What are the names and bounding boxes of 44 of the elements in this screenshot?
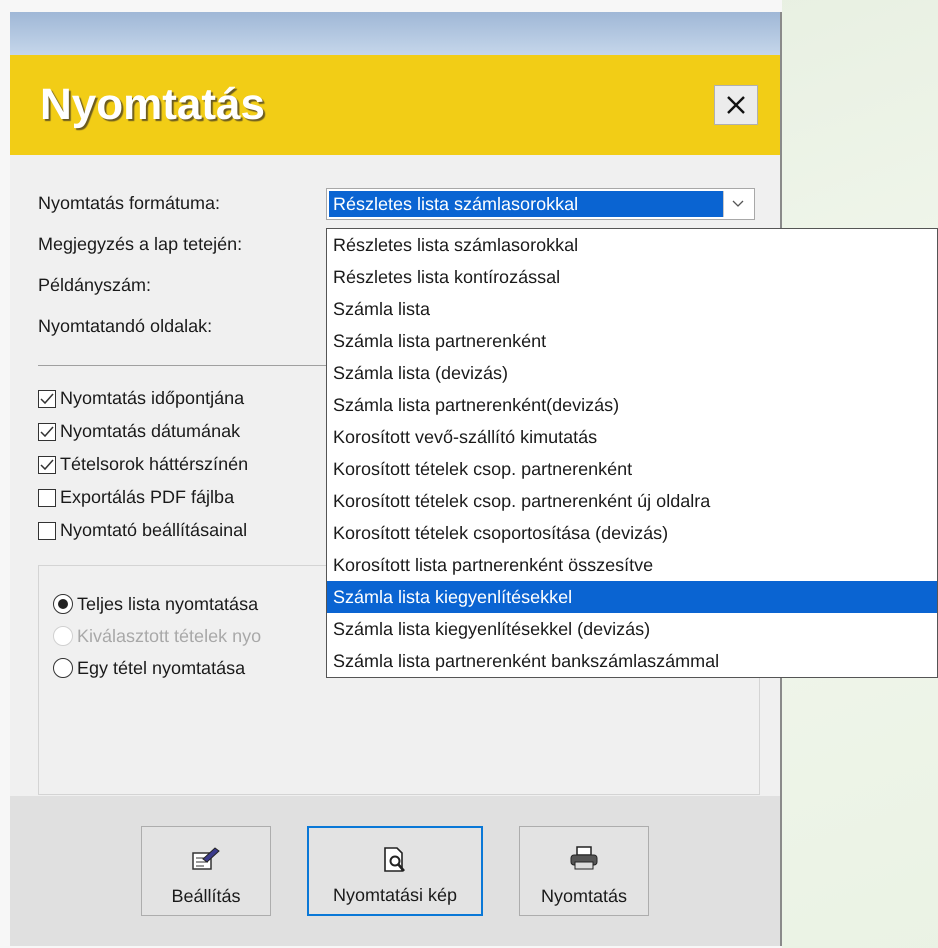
settings-icon (191, 845, 221, 871)
dropdown-option[interactable]: Korosított tételek csop. partnerenként (327, 453, 937, 485)
dialog-title: Nyomtatás (40, 80, 265, 130)
checkbox-label: Nyomtató beállításainal (60, 520, 248, 541)
field-label: Nyomtatandó oldalak: (38, 316, 214, 337)
toolbar-button[interactable]: Nyomtatási kép (307, 826, 483, 916)
toolbar-button[interactable]: Nyomtatás (519, 826, 649, 916)
checkbox[interactable] (38, 522, 56, 540)
dropdown-value: Részletes lista számlasorokkal (329, 190, 723, 216)
dropdown-option[interactable]: Számla lista partnerenként(devizás) (327, 389, 937, 421)
format-dropdown[interactable]: Részletes lista számlasorokkal (326, 188, 755, 220)
checkbox[interactable] (38, 422, 56, 440)
dropdown-option[interactable]: Számla lista partnerenként (327, 325, 937, 357)
field-label: Megjegyzés a lap tetején: (38, 234, 244, 255)
dropdown-option[interactable]: Korosított tételek csop. partnerenként új oldalra (327, 485, 937, 517)
checkbox[interactable] (38, 456, 56, 474)
toolbar-button[interactable]: Beállítás (141, 826, 271, 916)
dropdown-option[interactable]: Korosított vevő-szállító kimutatás (327, 421, 937, 453)
radio-button[interactable] (53, 658, 73, 678)
checkbox-label: Exportálás PDF fájlba (60, 487, 234, 508)
printer-icon (569, 845, 599, 871)
dropdown-option[interactable]: Számla lista (devizás) (327, 357, 937, 389)
radio-label: Teljes lista nyomtatása (77, 594, 258, 614)
caret-icon (732, 200, 744, 208)
radio-label: Egy tétel nyomtatása (77, 658, 246, 678)
checkbox-label: Nyomtatás dátumának (60, 421, 240, 442)
close-icon (725, 94, 747, 116)
dropdown-option[interactable]: Számla lista partnerenként bankszámlaszámmal (327, 645, 937, 677)
dropdown-option[interactable]: Számla lista (327, 293, 937, 325)
dropdown-option[interactable]: Számla lista kiegyenlítésekkel (devizás) (327, 613, 937, 645)
field-label: Nyomtatás formátuma: (38, 193, 222, 214)
checkbox[interactable] (38, 488, 56, 506)
radio-button[interactable] (53, 594, 73, 614)
dropdown-option[interactable]: Korosított lista partnerenként összesítve (327, 549, 937, 581)
field-label: Példányszám: (38, 275, 152, 296)
checkbox-label: Nyomtatás időpontjána (60, 388, 244, 409)
dropdown-option[interactable]: Korosított tételek csoportosítása (devizás) (327, 517, 937, 549)
dropdown-option[interactable]: Számla lista kiegyenlítésekkel (327, 581, 937, 613)
radio-label: Kiválasztott tételek nyo (77, 626, 262, 646)
close-button[interactable] (714, 85, 758, 125)
checkbox[interactable] (38, 390, 56, 408)
checkbox-label: Tételsorok háttérszínén (60, 454, 248, 475)
dropdown-option[interactable]: Részletes lista számlasorokkal (327, 229, 937, 261)
dropdown-option[interactable]: Részletes lista kontírozással (327, 261, 937, 293)
